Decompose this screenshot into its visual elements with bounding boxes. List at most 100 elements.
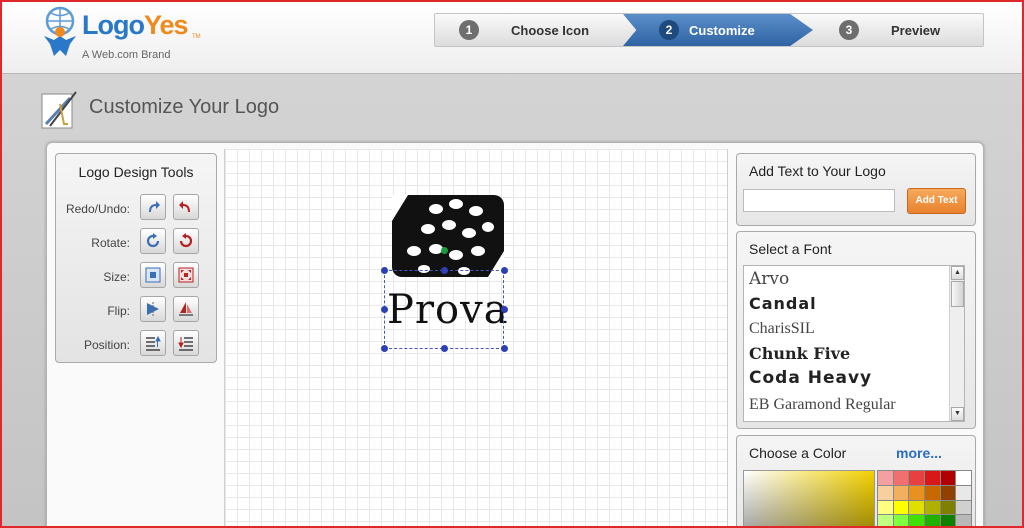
font-item-charissil[interactable]: CharisSIL [749,320,815,338]
color-swatch[interactable] [893,471,909,485]
step-progress-bar: 1 Choose Icon 2 Customize 3 Preview [434,13,984,47]
color-swatch[interactable] [956,515,971,526]
editor-panel: Logo Design Tools Redo/Undo: Rotate: Siz… [46,142,984,526]
resize-handle[interactable] [501,345,508,352]
color-swatch[interactable] [893,485,909,500]
logoyes-figure-icon [44,6,76,56]
color-swatch[interactable] [909,500,924,515]
logo-text-input[interactable] [743,189,895,212]
flip-vertical-button[interactable] [173,296,199,322]
color-swatch[interactable] [956,500,971,515]
flip-row: Flip: [56,296,216,326]
scroll-down-arrow-icon[interactable]: ▼ [951,407,964,421]
font-item-chunk-five[interactable]: Chunk Five [749,344,850,363]
color-swatch[interactable] [925,485,940,500]
add-text-panel: Add Text to Your Logo Add Text [736,153,976,226]
color-swatch[interactable] [878,471,893,485]
size-label: Size: [103,270,130,284]
flip-horizontal-icon [147,302,159,316]
undo-button[interactable] [173,194,199,220]
step-customize[interactable]: 2 Customize [623,14,813,46]
position-row: Position: [56,330,216,360]
rotate-right-button[interactable] [140,228,166,254]
flip-vertical-icon [179,302,193,316]
step-choose-icon[interactable]: 1 Choose Icon [459,14,589,46]
color-swatch[interactable] [940,471,956,485]
step-label: Choose Icon [511,22,590,38]
brand-tagline: A Web.com Brand [82,49,171,61]
scroll-thumb[interactable] [951,281,964,307]
redo-undo-row: Redo/Undo: [56,194,216,224]
tools-title: Logo Design Tools [78,164,194,180]
more-colors-link[interactable]: more... [896,445,942,461]
trademark-mark: TM [192,34,201,40]
resize-handle[interactable] [501,306,508,313]
step-preview[interactable]: 3 Preview [839,14,940,46]
color-swatch[interactable] [909,471,924,485]
resize-handle[interactable] [441,267,448,274]
color-swatch[interactable] [925,500,940,515]
design-canvas[interactable]: Prova [224,149,728,526]
font-item-coda-heavy[interactable]: Coda Heavy [749,368,872,388]
color-swatch[interactable] [940,485,956,500]
font-list[interactable]: Arvo Candal CharisSIL Chunk Five Coda He… [743,265,965,422]
font-item-candal[interactable]: Candal [749,294,817,313]
color-swatch[interactable] [878,515,893,526]
add-text-button[interactable]: Add Text [907,188,966,214]
redo-button[interactable] [140,194,166,220]
app-window: LogoYes TM A Web.com Brand 1 Choose Icon… [0,0,1024,528]
rotate-left-button[interactable] [173,228,199,254]
brand-name: LogoYes [82,10,189,40]
add-text-title: Add Text to Your Logo [749,163,886,179]
page-title: Customize Your Logo [89,96,280,118]
logo-design-tools: Logo Design Tools Redo/Undo: Rotate: Siz… [55,153,217,363]
enlarge-button[interactable] [173,262,199,288]
color-swatches [877,470,972,526]
redo-icon [149,201,160,212]
design-tools-icon [41,91,77,129]
color-swatch[interactable] [940,515,956,526]
color-swatch[interactable] [893,500,909,515]
font-list-scrollbar[interactable]: ▲ ▼ [949,266,964,421]
resize-handle[interactable] [441,345,448,352]
color-swatch[interactable] [956,471,971,485]
font-title: Select a Font [749,241,832,257]
resize-handle[interactable] [381,345,388,352]
flip-horizontal-button[interactable] [140,296,166,322]
logo-graphic-icon[interactable] [392,195,504,277]
color-swatch[interactable] [878,500,893,515]
bring-forward-button[interactable] [140,330,166,356]
shrink-icon [145,267,161,283]
position-label: Position: [83,338,130,352]
rotate-right-icon [146,233,160,248]
rotate-label: Rotate: [91,236,130,250]
resize-handle[interactable] [381,306,388,313]
font-item-arvo[interactable]: Arvo [749,269,789,289]
shrink-button[interactable] [140,262,166,288]
color-swatch[interactable] [925,471,940,485]
color-gradient-picker[interactable] [743,470,875,526]
color-swatch[interactable] [893,515,909,526]
undo-icon [179,201,190,212]
color-swatch[interactable] [925,515,940,526]
step-number: 1 [459,20,479,40]
color-swatch[interactable] [956,485,971,500]
color-panel: Choose a Color more... [736,435,976,526]
brand-logo[interactable]: LogoYes TM A Web.com Brand [40,4,210,64]
color-swatch[interactable] [878,485,893,500]
color-swatch[interactable] [909,515,924,526]
step-label: Customize [689,22,755,38]
resize-handle[interactable] [381,267,388,274]
send-backward-button[interactable] [173,330,199,356]
size-row: Size: [56,262,216,292]
step-number: 2 [659,20,679,40]
bring-forward-icon [146,335,161,351]
selection-box[interactable] [384,270,504,349]
font-panel: Select a Font Arvo Candal CharisSIL Chun… [736,231,976,429]
scroll-up-arrow-icon[interactable]: ▲ [951,266,964,280]
color-swatch[interactable] [909,485,924,500]
resize-handle[interactable] [501,267,508,274]
font-item-eb-garamond[interactable]: EB Garamond Regular [749,396,896,414]
color-swatch[interactable] [940,500,956,515]
rotate-handle[interactable] [441,247,448,254]
